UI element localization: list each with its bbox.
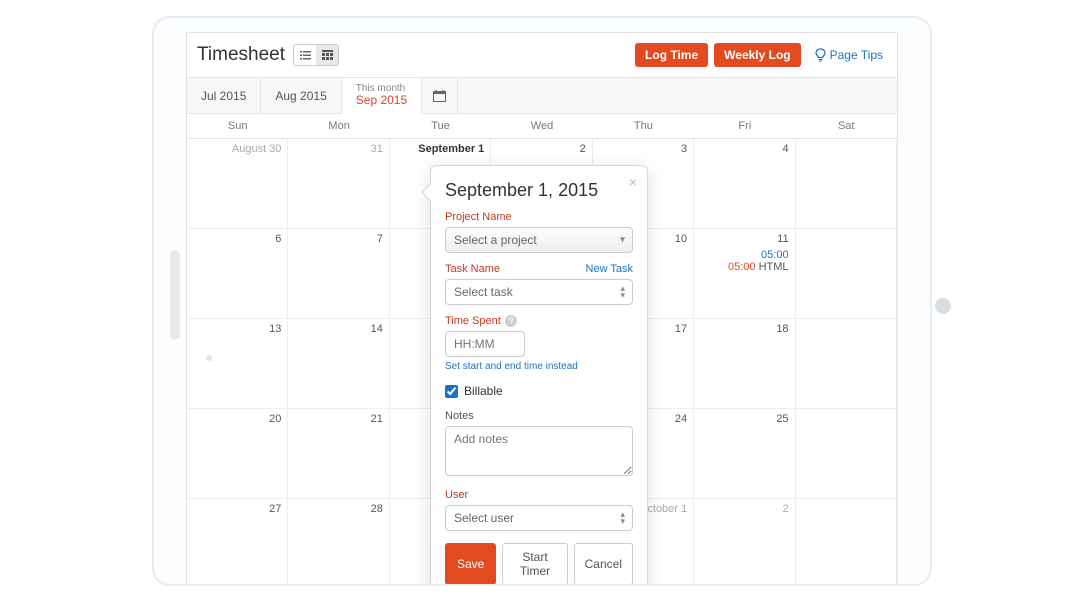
calendar-cell[interactable]: 18	[694, 319, 795, 409]
start-timer-button[interactable]: Start Timer	[502, 543, 567, 585]
tab-aug-2015[interactable]: Aug 2015	[261, 78, 341, 113]
calendar-days-header: Sun Mon Tue Wed Thu Fri Sat	[187, 114, 897, 139]
list-icon	[300, 51, 311, 60]
calendar-view-button[interactable]	[316, 45, 338, 65]
date-label: 17	[675, 323, 687, 335]
header: Timesheet Log Time Weekly Log Page Tips	[187, 33, 897, 78]
date-label: 11	[777, 233, 788, 245]
calendar-body: August 30 31 September 1 2 3 4 6 7 10 11 05:0005:0…	[187, 139, 897, 584]
tab-label: Aug 2015	[275, 89, 326, 103]
date-label: 31	[371, 143, 383, 155]
log-time-button[interactable]: Log Time	[635, 43, 708, 67]
app-window: Timesheet Log Time Weekly Log Page Tips …	[186, 32, 898, 584]
calendar-cell[interactable]: August 30	[187, 139, 288, 229]
calendar-cell[interactable]: 6	[187, 229, 288, 319]
calendar-cell[interactable]: 7	[288, 229, 389, 319]
list-view-button[interactable]	[294, 45, 316, 65]
calendar-cell[interactable]: 4	[694, 139, 795, 229]
calendar-cell[interactable]: 21	[288, 409, 389, 499]
billable-checkbox[interactable]	[445, 385, 458, 398]
tab-label: Jul 2015	[201, 89, 246, 103]
home-button[interactable]	[935, 298, 951, 314]
calendar-cell[interactable]: 2	[694, 499, 795, 586]
date-label: 7	[377, 233, 383, 245]
device-frame: Timesheet Log Time Weekly Log Page Tips …	[152, 16, 932, 586]
scrollbar[interactable]	[170, 250, 180, 340]
time-spent-input[interactable]	[445, 331, 525, 357]
date-label: 2	[580, 143, 586, 155]
notes-label: Notes	[445, 410, 633, 422]
new-task-link[interactable]: New Task	[586, 263, 633, 275]
calendar-cell[interactable]: 25	[694, 409, 795, 499]
time-spent-label: Time Spent?	[445, 315, 633, 327]
popover-title: September 1, 2015	[445, 180, 633, 201]
calendar-cell[interactable]	[796, 139, 897, 229]
month-tabs: Jul 2015 Aug 2015 This month Sep 2015	[187, 78, 897, 114]
start-end-time-link[interactable]: Set start and end time instead	[445, 361, 578, 372]
page-tips-link[interactable]: Page Tips	[815, 48, 883, 62]
date-label: 3	[681, 143, 687, 155]
notes-textarea[interactable]	[445, 426, 633, 476]
date-label: 18	[776, 323, 788, 335]
date-label: 25	[776, 413, 788, 425]
close-icon[interactable]: ×	[629, 174, 637, 190]
task-select[interactable]: Select task	[445, 279, 633, 305]
date-label: September 1	[418, 143, 484, 155]
date-picker-button[interactable]	[422, 78, 458, 113]
date-label: 20	[269, 413, 281, 425]
calendar-cell[interactable]: 13	[187, 319, 288, 409]
view-toggle	[293, 44, 339, 66]
help-icon[interactable]: ?	[505, 315, 517, 327]
calendar-cell[interactable]: 28	[288, 499, 389, 586]
day-header: Mon	[288, 114, 389, 138]
tab-current-month[interactable]: This month Sep 2015	[342, 78, 422, 114]
calendar-cell[interactable]	[796, 499, 897, 586]
date-label: 13	[269, 323, 281, 335]
decorative-dot	[206, 355, 212, 361]
date-label: 4	[782, 143, 788, 155]
day-header: Tue	[390, 114, 491, 138]
page-title: Timesheet	[197, 44, 285, 66]
calendar-cell[interactable]: 31	[288, 139, 389, 229]
day-header: Thu	[593, 114, 694, 138]
weekly-log-button[interactable]: Weekly Log	[714, 43, 800, 67]
page-tips-label: Page Tips	[830, 48, 883, 62]
calendar-icon	[433, 90, 446, 102]
cancel-button[interactable]: Cancel	[574, 543, 633, 585]
calendar-cell[interactable]	[796, 409, 897, 499]
date-label: 28	[371, 503, 383, 515]
date-label: 10	[675, 233, 687, 245]
time-entry[interactable]: 05:0005:00 HTML	[700, 249, 788, 273]
save-button[interactable]: Save	[445, 543, 496, 585]
user-label: User	[445, 489, 633, 501]
day-header: Fri	[694, 114, 795, 138]
project-select[interactable]: Select a project	[445, 227, 633, 253]
user-select[interactable]: Select user	[445, 505, 633, 531]
task-name-label: Task Name New Task	[445, 263, 633, 275]
bulb-icon	[815, 48, 826, 62]
day-header: Sun	[187, 114, 288, 138]
calendar-cell[interactable]: 27	[187, 499, 288, 586]
day-header: Wed	[491, 114, 592, 138]
calendar-cell[interactable]	[796, 229, 897, 319]
calendar-cell[interactable]: 20	[187, 409, 288, 499]
calendar-cell[interactable]: 14	[288, 319, 389, 409]
date-label: 24	[675, 413, 687, 425]
calendar-icon	[322, 50, 333, 60]
calendar-cell[interactable]	[796, 319, 897, 409]
date-label: 27	[269, 503, 281, 515]
calendar-cell[interactable]: 11 05:0005:00 HTML	[694, 229, 795, 319]
date-label: 6	[275, 233, 281, 245]
tab-label: Sep 2015	[356, 94, 407, 107]
tab-jul-2015[interactable]: Jul 2015	[187, 78, 261, 113]
log-time-popover: × September 1, 2015 Project Name Select …	[430, 165, 648, 586]
date-label: August 30	[232, 143, 282, 155]
day-header: Sat	[796, 114, 897, 138]
date-label: 14	[371, 323, 383, 335]
billable-label[interactable]: Billable	[464, 384, 503, 398]
project-name-label: Project Name	[445, 211, 633, 223]
date-label: 2	[782, 503, 788, 515]
date-label: 21	[371, 413, 383, 425]
